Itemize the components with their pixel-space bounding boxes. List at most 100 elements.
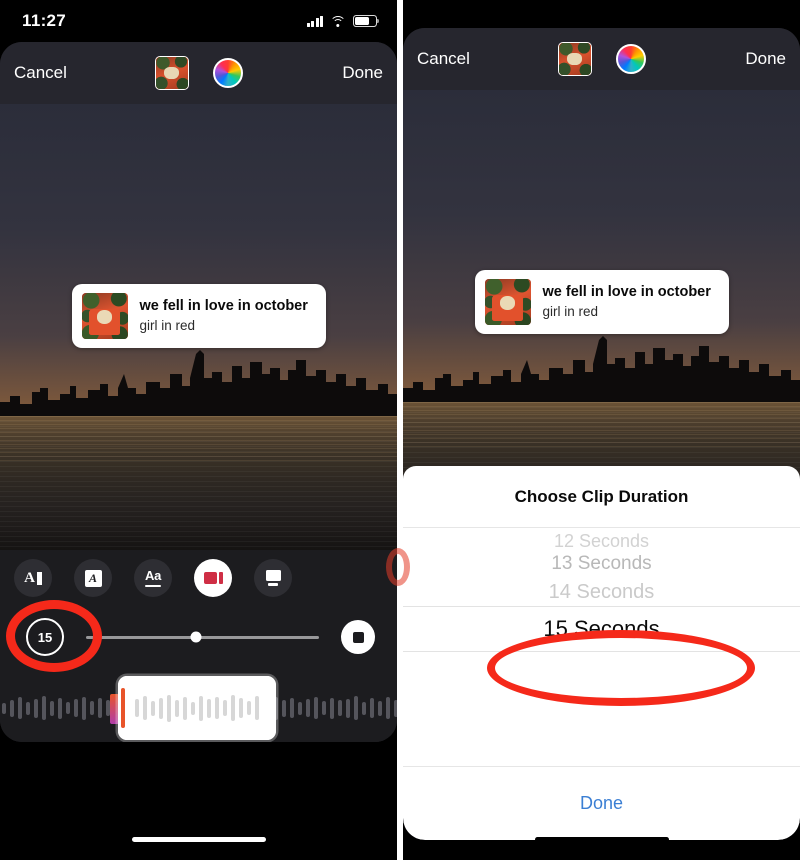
waveform-bar: [82, 696, 86, 720]
music-sticker-right[interactable]: we fell in love in october girl in red: [474, 270, 729, 334]
align-icon: [265, 569, 281, 587]
waveform-bar: [322, 701, 326, 715]
editor-center-controls: [154, 56, 243, 90]
selected-waveform-bar: [183, 696, 187, 720]
cancel-button[interactable]: Cancel: [14, 63, 67, 83]
waveform-bar: [2, 702, 6, 714]
song-artist-right: girl in red: [542, 303, 599, 319]
waveform-bar: [282, 699, 286, 717]
selected-waveform-bar: [239, 698, 243, 718]
waveform-bar: [346, 698, 350, 718]
done-button[interactable]: Done: [342, 63, 383, 83]
A-bar-icon: A: [24, 570, 42, 587]
waveform-bar: [98, 698, 102, 718]
waveform-bar: [362, 701, 366, 715]
duration-option[interactable]: 12 Seconds: [403, 528, 800, 550]
alignment-tool[interactable]: [254, 559, 292, 597]
color-picker-wheel[interactable]: [212, 58, 243, 88]
clip-duration-action-sheet: Choose Clip Duration 12 Seconds 13 Secon…: [403, 466, 800, 840]
selected-waveform-bar: [151, 700, 155, 716]
album-art-thumbnail-right[interactable]: [557, 42, 592, 76]
selected-waveform-bars: [128, 676, 266, 740]
sticker-text-group: we fell in love in october girl in red: [140, 297, 308, 335]
selected-waveform-bar: [231, 695, 235, 721]
left-phone-panel: 11:27 Cancel Done we fell in love in oct…: [0, 0, 397, 860]
stop-playback-button[interactable]: [341, 620, 375, 654]
sheet-title: Choose Clip Duration: [403, 466, 800, 528]
done-button-right[interactable]: Done: [745, 49, 786, 69]
slider-knob[interactable]: [190, 631, 201, 643]
song-title-right: we fell in love in october: [542, 283, 711, 300]
water-reflection: [0, 416, 397, 550]
waveform-bar: [290, 698, 294, 718]
music-card-icon: [203, 572, 223, 584]
home-indicator: [131, 837, 266, 842]
selected-waveform-bar: [159, 697, 163, 719]
waveform-bar: [354, 696, 358, 720]
selected-waveform-bar: [143, 696, 147, 720]
color-picker-wheel-right[interactable]: [615, 44, 646, 74]
duration-option[interactable]: 13 Seconds: [403, 550, 800, 578]
duration-picker[interactable]: 12 Seconds 13 Seconds 14 Seconds 15 Seco…: [403, 528, 800, 766]
home-indicator-right: [534, 837, 669, 842]
selected-waveform-bar: [223, 700, 227, 716]
battery-icon: [353, 15, 380, 27]
waveform-bar: [314, 697, 318, 719]
waveform-bar: [50, 700, 54, 716]
selected-waveform-bar: [175, 699, 179, 717]
editor-top-bar-right: Cancel Done: [403, 28, 800, 90]
music-sticker[interactable]: we fell in love in october girl in red: [71, 284, 326, 348]
trim-right-handle[interactable]: [266, 676, 276, 740]
boxed-A-icon: A: [84, 569, 102, 587]
status-icon-group: [306, 15, 380, 27]
selected-duration-row[interactable]: 15 Seconds: [403, 606, 800, 652]
waveform-bar: [330, 697, 334, 719]
duration-picker-card: Cancel Done we fell in love in october g…: [403, 28, 800, 840]
waveform-bar: [34, 698, 38, 718]
clip-duration-button[interactable]: 15: [26, 618, 64, 656]
editor-center-controls-right: [557, 42, 646, 76]
duration-option-list: 12 Seconds 13 Seconds 14 Seconds 15 Seco…: [403, 528, 800, 652]
waveform-bar: [338, 700, 342, 716]
city-skyline-silhouette-right: [403, 336, 800, 404]
sticker-text-group-right: we fell in love in october girl in red: [543, 283, 711, 321]
audio-waveform-trimmer[interactable]: [0, 668, 397, 742]
Aa-icon: Aa: [144, 569, 161, 587]
waveform-bar: [386, 697, 390, 719]
album-art-thumbnail[interactable]: [154, 56, 189, 90]
selected-waveform-bar: [215, 697, 219, 719]
wifi-icon: [330, 15, 346, 27]
story-preview[interactable]: we fell in love in october girl in red: [0, 104, 397, 550]
playback-control-row: 15: [0, 606, 397, 668]
selected-waveform-bar: [167, 694, 171, 722]
cancel-button-right[interactable]: Cancel: [417, 49, 470, 69]
selected-waveform-bar: [191, 701, 195, 715]
selected-waveform-bar: [247, 701, 251, 715]
text-box-tool[interactable]: A: [74, 559, 112, 597]
waveform-bar: [10, 699, 14, 717]
city-skyline-silhouette: [0, 350, 397, 418]
editor-tool-row: A A Aa: [0, 550, 397, 606]
trim-left-handle[interactable]: [118, 676, 128, 740]
waveform-bar: [66, 702, 70, 714]
status-bar: 11:27: [0, 0, 397, 42]
sticker-album-art-right: [484, 279, 531, 325]
font-size-tool[interactable]: Aa: [134, 559, 172, 597]
music-sticker-tool[interactable]: [194, 559, 232, 597]
waveform-bar: [378, 700, 382, 716]
story-editor-card: Cancel Done we fell in love in october g…: [0, 42, 397, 742]
song-title: we fell in love in october: [139, 297, 308, 314]
selected-waveform-bar: [255, 696, 259, 720]
duration-option[interactable]: 14 Seconds: [403, 578, 800, 606]
editor-top-bar: Cancel Done: [0, 42, 397, 104]
trim-selection-window[interactable]: [118, 676, 276, 740]
waveform-bar: [18, 697, 22, 719]
selected-waveform-bar: [135, 699, 139, 717]
audio-scrub-slider[interactable]: [86, 631, 319, 643]
text-style-tool[interactable]: A: [14, 559, 52, 597]
screenshot-stage: 11:27 Cancel Done we fell in love in oct…: [0, 0, 800, 860]
status-time: 11:27: [22, 11, 67, 30]
sheet-done-button[interactable]: Done: [403, 766, 800, 840]
waveform-bar: [42, 696, 46, 720]
song-artist: girl in red: [139, 317, 196, 333]
